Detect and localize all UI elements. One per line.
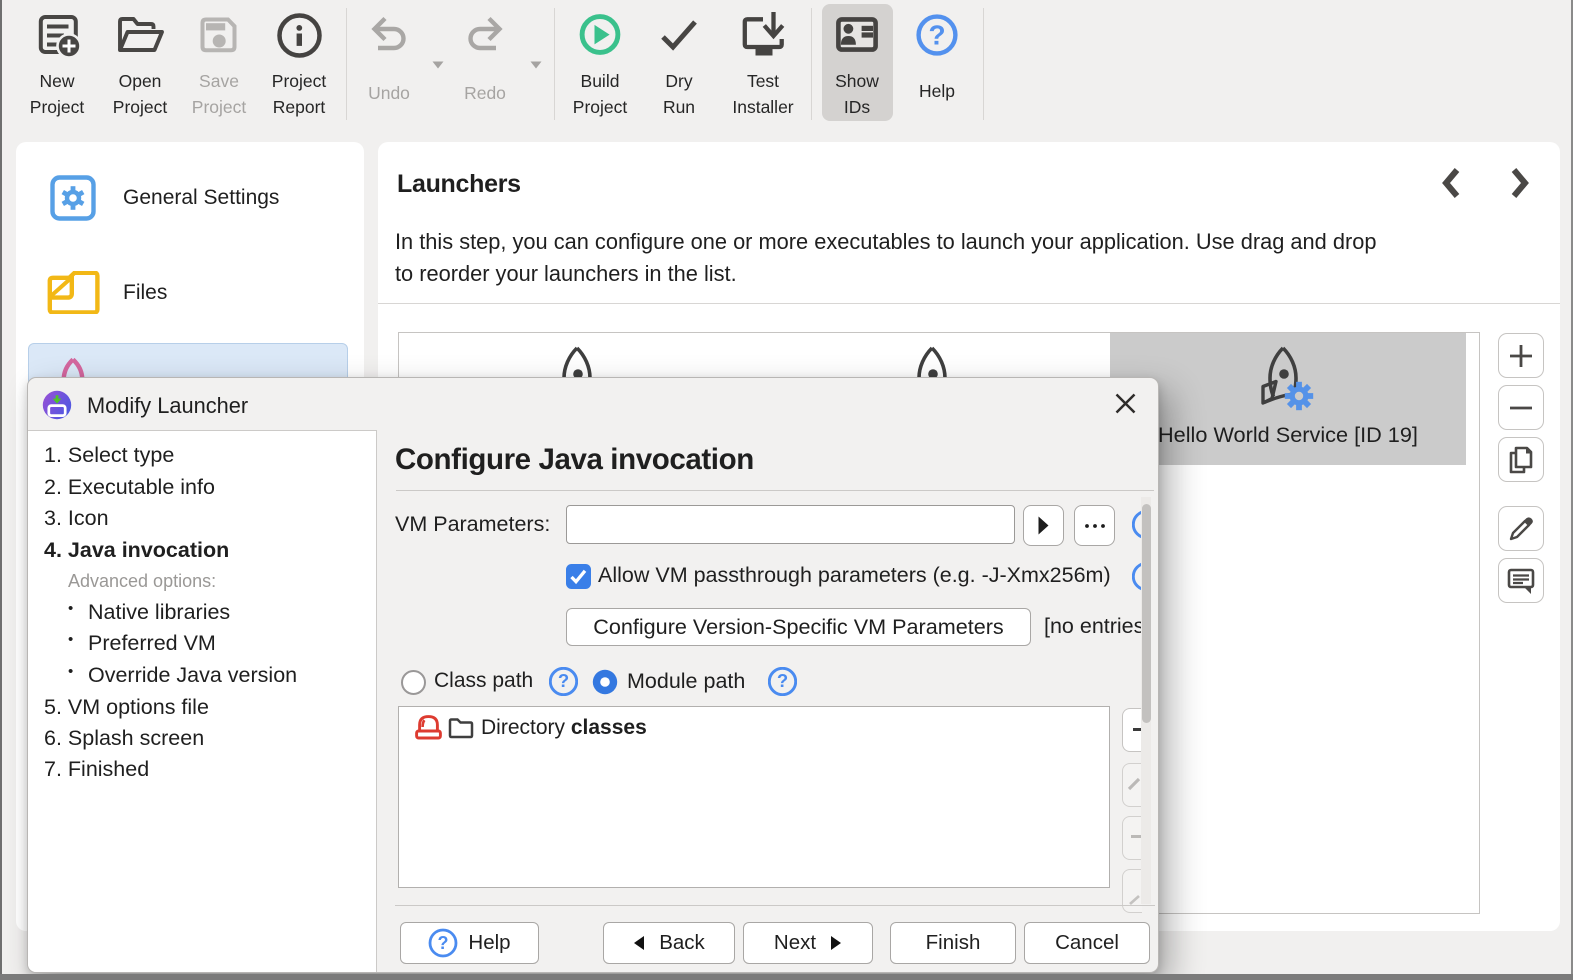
svg-text:?: ? [777,670,788,691]
svg-text:?: ? [438,933,449,953]
svg-text:?: ? [928,20,945,51]
svg-text:?: ? [558,670,569,691]
